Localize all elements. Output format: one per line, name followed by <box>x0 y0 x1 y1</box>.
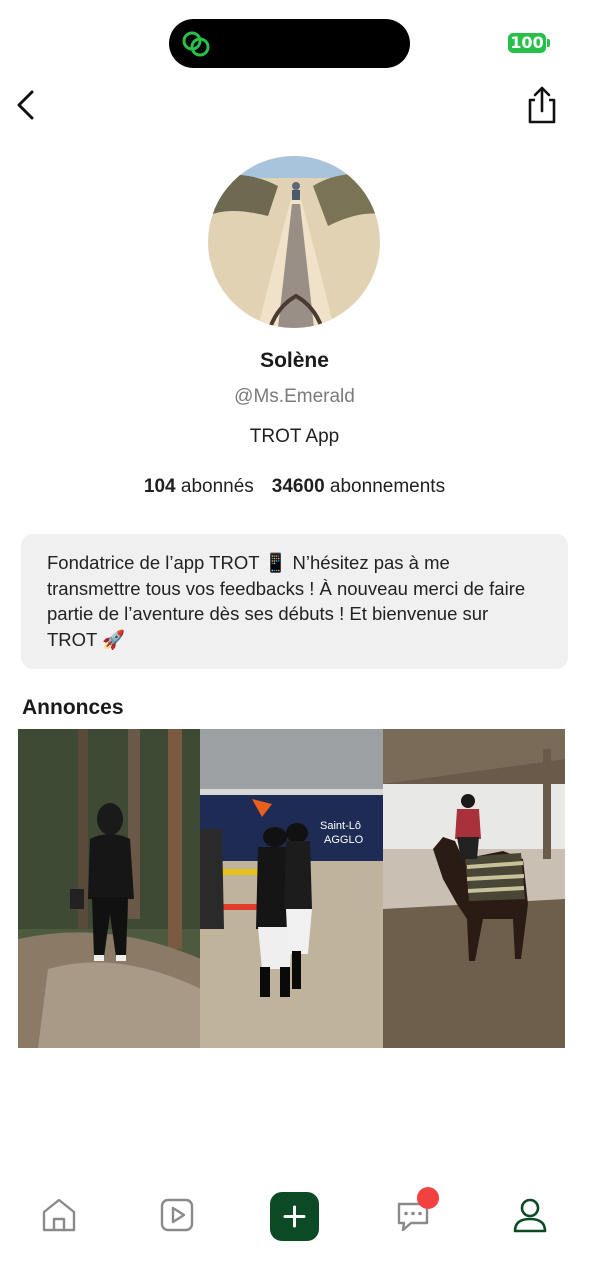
announcement-photo-riders-arena[interactable]: Saint-Lô AGGLO <box>200 729 383 1048</box>
followers-count: 104 <box>143 476 176 497</box>
announcement-photo-horse-manege[interactable] <box>382 729 565 1048</box>
following-count: 34600 <box>271 476 325 497</box>
profile-handle: @Ms.Emerald <box>234 386 355 407</box>
profile-name: Solène <box>260 349 329 372</box>
share-button[interactable] <box>523 84 561 126</box>
home-icon[interactable] <box>39 1195 79 1235</box>
messages-notification-badge <box>417 1187 439 1209</box>
battery-level: 100 <box>508 33 546 53</box>
profile-organization: TROT App <box>249 426 340 447</box>
following-stat[interactable]: 34600 abonnements <box>272 476 445 497</box>
video-icon[interactable] <box>157 1195 197 1235</box>
svg-text:AGGLO: AGGLO <box>324 834 364 846</box>
battery-tip <box>547 39 550 47</box>
profile-stats: 104 abonnés 34600 abonnements <box>0 476 589 498</box>
add-button[interactable] <box>270 1192 319 1241</box>
announcement-photo-woman-forest[interactable] <box>18 729 201 1048</box>
profile-bio: Fondatrice de l’app TROT 📱 N’hésitez pas… <box>21 534 568 669</box>
announcements-grid: Saint-Lô AGGLO <box>18 729 565 1048</box>
announcements-title: Annonces <box>22 696 124 719</box>
followers-label: abonnés <box>180 476 254 497</box>
dynamic-island <box>169 19 410 68</box>
avatar[interactable] <box>208 156 380 328</box>
followers-stat[interactable]: 104 abonnés <box>144 476 254 497</box>
link-icon <box>182 31 210 57</box>
add-icon <box>283 1205 306 1228</box>
profile-icon[interactable] <box>510 1195 550 1235</box>
svg-text:Saint-Lô: Saint-Lô <box>320 820 361 832</box>
following-label: abonnements <box>329 476 446 497</box>
back-button[interactable] <box>12 87 42 123</box>
tab-bar <box>0 1180 589 1260</box>
